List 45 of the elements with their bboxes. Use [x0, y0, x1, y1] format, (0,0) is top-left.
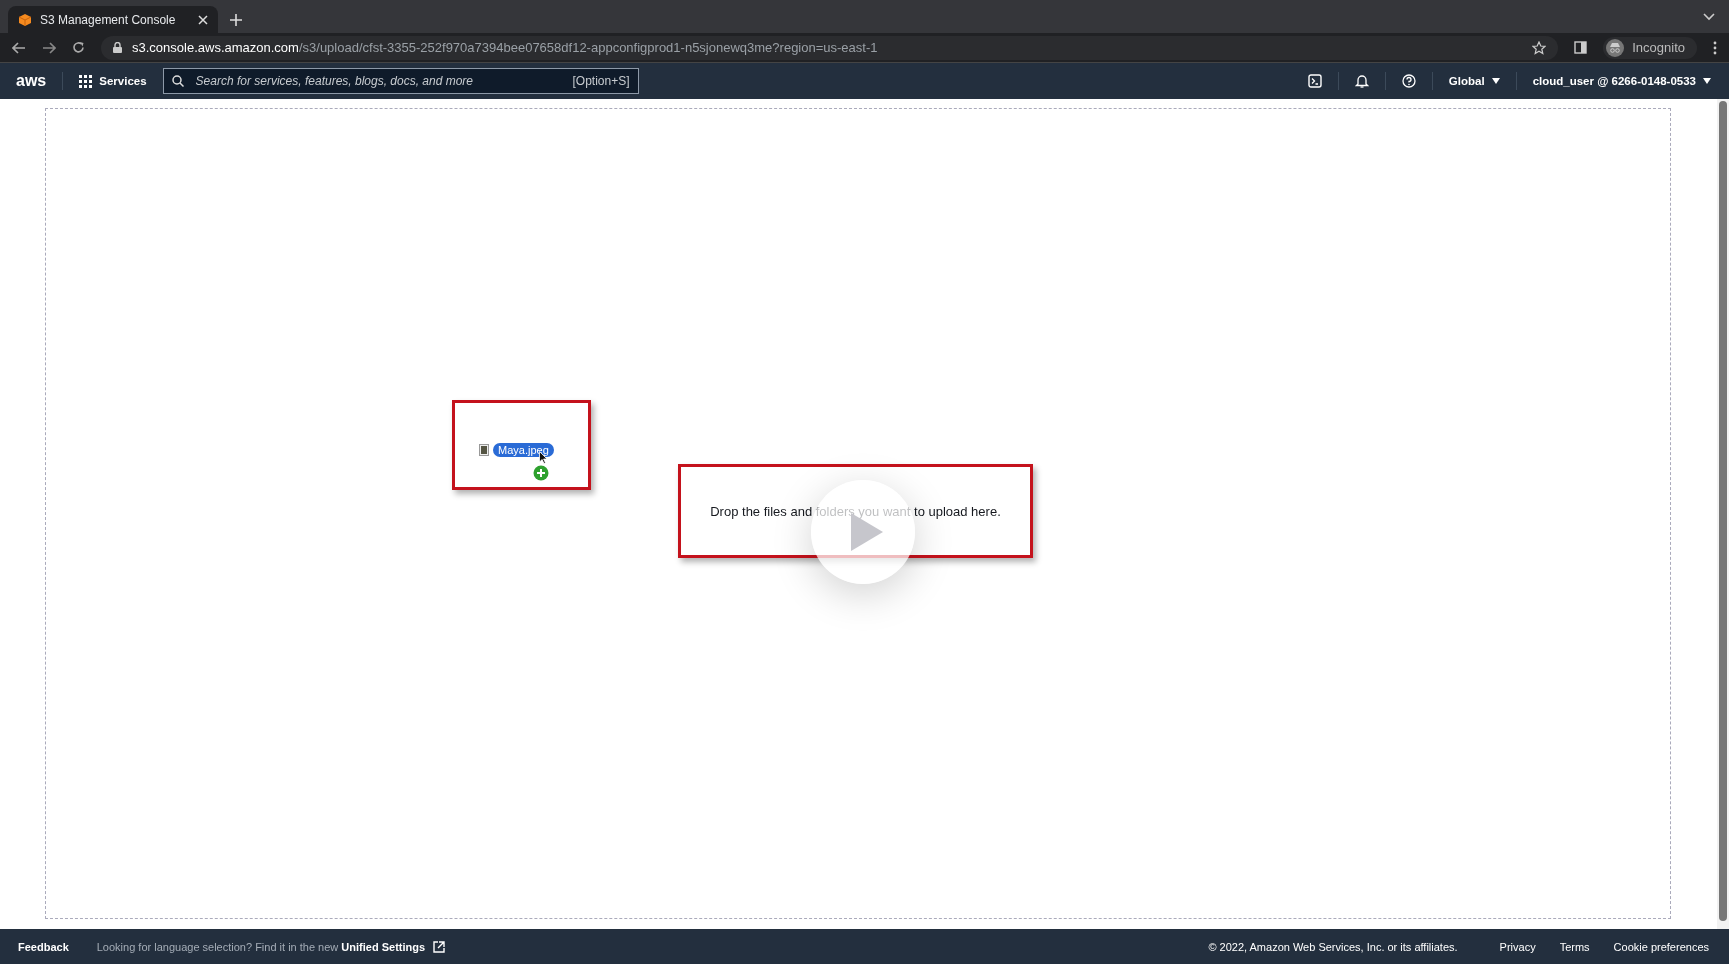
plus-icon[interactable]: [230, 13, 242, 26]
caret-icon: [1491, 78, 1500, 84]
cube-icon: [18, 12, 32, 27]
drop-message: Drop the files and folders you want to upload here.: [710, 503, 1001, 519]
dragged-file-label: Maya.jpeg: [493, 443, 554, 457]
account-menu[interactable]: cloud_user @ 6266-0148-0533: [1532, 75, 1711, 87]
star-icon[interactable]: [1532, 40, 1547, 55]
chevron-down-icon[interactable]: [1703, 12, 1715, 21]
side-panel-icon[interactable]: [1574, 41, 1588, 54]
region-menu[interactable]: Global: [1448, 75, 1500, 87]
shortcut-hint: [Option+S]: [572, 74, 630, 88]
forward-icon[interactable]: [42, 41, 56, 54]
browser-tab[interactable]: S3 Management Console: [8, 6, 218, 33]
bell-icon[interactable]: [1354, 74, 1369, 88]
services-button[interactable]: Services: [79, 74, 147, 88]
footer-link[interactable]: Privacy: [1499, 940, 1536, 953]
add-badge-icon: [533, 465, 549, 481]
address-bar[interactable]: s3.console.aws.amazon.com/s3/upload/cfst-3355-252f970a7394bee07658df12-appconfigprod1-n5sjonewq3me?region=us-east-1: [101, 35, 1559, 60]
close-icon[interactable]: [198, 14, 208, 25]
more-icon[interactable]: [1713, 40, 1717, 55]
profile-button[interactable]: Incognito: [1603, 36, 1697, 59]
feedback-link[interactable]: Feedback: [18, 940, 69, 953]
footer-link[interactable]: Terms: [1559, 940, 1590, 953]
language-notice: Looking for language selection? Find it in the new Unified Settings: [96, 940, 426, 953]
incognito-icon: [1606, 38, 1625, 57]
search-icon: [171, 75, 184, 87]
terminal-icon[interactable]: [1307, 74, 1322, 88]
scrollbar-thumb[interactable]: [1719, 101, 1727, 921]
file-icon: [479, 444, 489, 456]
unified-settings-link[interactable]: Unified Settings: [341, 940, 426, 953]
external-link-icon[interactable]: [433, 940, 446, 953]
tab-title: S3 Management Console: [40, 12, 177, 27]
lock-icon: [113, 42, 122, 53]
caret-icon: [1703, 78, 1711, 84]
search-input[interactable]: Search for services, features, blogs, docs, and more: [193, 73, 563, 89]
grid-icon: [79, 74, 93, 88]
drop-zone[interactable]: Maya.jpeg Drop the files and folders you want to upload here.: [45, 108, 1671, 919]
copyright-text: © 2022, Amazon Web Services, Inc. or its affiliates.: [1208, 940, 1458, 953]
url-text: s3.console.aws.amazon.com/s3/upload/cfst-3355-252f970a7394bee07658df12-appconfigprod1-n5sjonewq3me?region=us-east-1: [132, 40, 878, 55]
reload-icon[interactable]: [72, 41, 85, 54]
back-icon[interactable]: [12, 41, 26, 54]
help-icon[interactable]: [1401, 74, 1416, 88]
search-bar[interactable]: Search for services, features, blogs, docs, and more [Option+S]: [162, 68, 639, 94]
aws-logo[interactable]: aws: [16, 72, 47, 90]
footer-link[interactable]: Cookie preferences: [1613, 940, 1709, 953]
